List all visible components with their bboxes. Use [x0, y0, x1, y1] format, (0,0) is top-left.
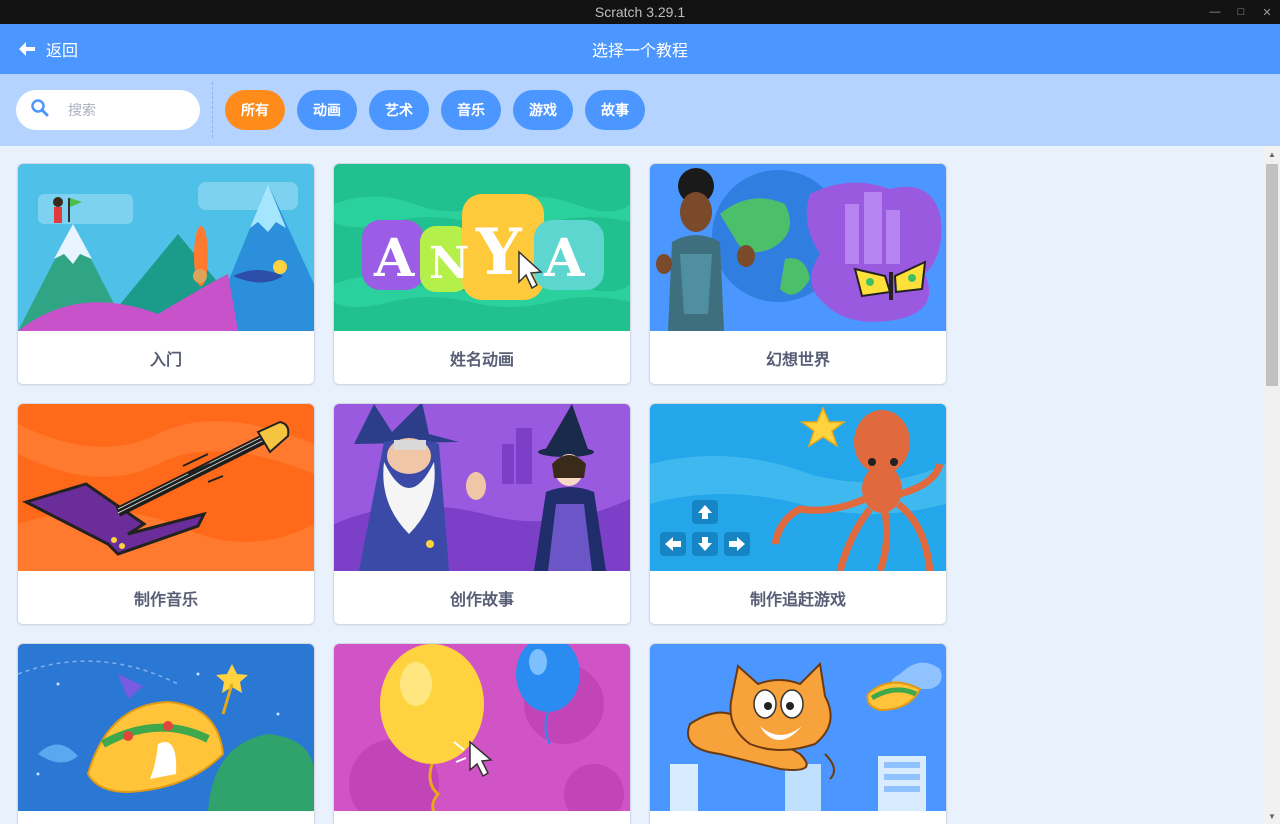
tutorial-card-chase-game[interactable]: 制作追赶游戏: [649, 403, 947, 625]
tag-art[interactable]: 艺术: [369, 90, 429, 130]
window-titlebar: Scratch 3.29.1 — □ ✕: [0, 0, 1280, 24]
tutorial-card-make-music[interactable]: 制作音乐: [17, 403, 315, 625]
card-title: 制作追赶游戏: [749, 591, 846, 609]
vertical-scrollbar[interactable]: ▲ ▼: [1264, 146, 1280, 824]
window-title: Scratch 3.29.1: [594, 4, 686, 20]
imagine-world-thumbnail: [650, 164, 946, 331]
tutorial-card-getting-started[interactable]: 入门: [17, 163, 315, 385]
search-box[interactable]: [16, 90, 200, 130]
anya-letter-a2: A: [543, 228, 585, 289]
create-story-thumbnail: [334, 404, 630, 571]
maximize-icon[interactable]: □: [1234, 5, 1248, 19]
anya-letter-y: Y: [475, 215, 523, 290]
window-controls: — □ ✕: [1208, 0, 1274, 24]
getting-started-thumbnail: [18, 164, 314, 331]
tutorial-card-9[interactable]: [649, 643, 947, 824]
tutorial-card-create-story[interactable]: 创作故事: [333, 403, 631, 625]
card-title: 幻想世界: [765, 351, 830, 369]
minimize-icon[interactable]: —: [1208, 5, 1222, 19]
card-7-thumbnail: [18, 644, 314, 811]
tutorial-card-7[interactable]: [17, 643, 315, 824]
card-title: 姓名动画: [449, 351, 514, 369]
search-icon: [30, 98, 50, 123]
card-title: [650, 811, 946, 824]
card-8-thumbnail: [334, 644, 630, 811]
tag-music[interactable]: 音乐: [441, 90, 501, 130]
tutorial-grid: 入门 A N Y A 姓名动画 幻想世界 制作音乐 创作故事 制作追赶游戏: [0, 146, 1264, 824]
chase-game-thumbnail: [650, 404, 946, 571]
card-title: 创作故事: [449, 591, 514, 609]
make-music-thumbnail: [18, 404, 314, 571]
tutorial-card-8[interactable]: [333, 643, 631, 824]
tag-list: 所有 动画 艺术 音乐 游戏 故事: [225, 90, 645, 130]
filter-bar: 所有 动画 艺术 音乐 游戏 故事: [0, 74, 1280, 146]
tutorial-card-imagine-world[interactable]: 幻想世界: [649, 163, 947, 385]
back-arrow-icon: [18, 41, 36, 57]
anya-letter-n: N: [429, 238, 469, 289]
tag-animation[interactable]: 动画: [297, 90, 357, 130]
back-label: 返回: [46, 43, 79, 60]
search-input[interactable]: [68, 102, 178, 118]
card-title: 入门: [149, 351, 182, 369]
page-title: 选择一个教程: [591, 43, 688, 60]
back-button[interactable]: 返回: [18, 24, 78, 74]
scroll-up-icon[interactable]: ▲: [1264, 146, 1280, 162]
card-9-thumbnail: [650, 644, 946, 811]
anya-letter-a1: A: [373, 228, 415, 289]
card-title: [334, 811, 630, 824]
tag-all[interactable]: 所有: [225, 90, 285, 130]
scroll-thumb[interactable]: [1266, 164, 1278, 386]
header: 返回 选择一个教程: [0, 24, 1280, 74]
card-title: 制作音乐: [133, 591, 198, 609]
scroll-down-icon[interactable]: ▼: [1264, 808, 1280, 824]
filter-divider: [212, 82, 213, 138]
close-icon[interactable]: ✕: [1260, 5, 1274, 19]
name-animation-thumbnail: A N Y A: [334, 164, 630, 331]
card-title: [18, 811, 314, 824]
tutorial-card-name-animation[interactable]: A N Y A 姓名动画: [333, 163, 631, 385]
tag-games[interactable]: 游戏: [513, 90, 573, 130]
tag-stories[interactable]: 故事: [585, 90, 645, 130]
